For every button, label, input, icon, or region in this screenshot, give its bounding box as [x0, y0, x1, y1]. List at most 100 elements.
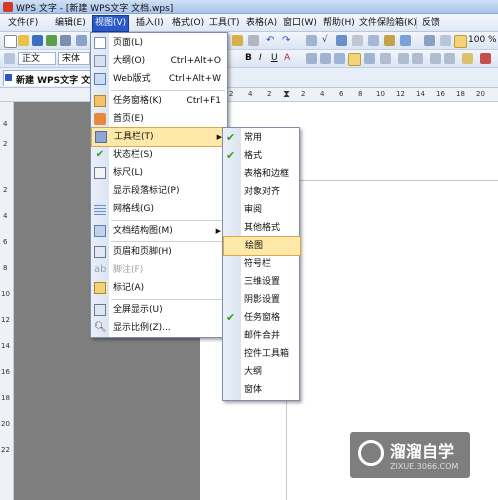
ruler-number: 2: [267, 90, 272, 98]
vertical-ruler[interactable]: 4 2 2 4 6 8 10 12 14 16 18 20 22: [0, 102, 14, 500]
formatting-toolbar: 正文 宋体 B I U A: [0, 50, 498, 68]
doc-map-toolbar-icon[interactable]: [424, 35, 435, 46]
menu-item-label: 文档结构图(M): [113, 226, 173, 236]
submenu-item-task-pane[interactable]: ✔ 任务窗格: [223, 309, 299, 327]
view-menu-item-task-pane[interactable]: 任务窗格(K) Ctrl+F1: [91, 92, 227, 110]
print-icon[interactable]: [60, 35, 71, 46]
submenu-item-standard[interactable]: ✔ 常用: [223, 129, 299, 147]
standard-toolbar: ↶ ↷ √ 100 %: [0, 32, 498, 50]
submenu-item-symbols[interactable]: 符号栏: [223, 255, 299, 273]
menu-item-label: 显示比例(Z)...: [113, 323, 171, 333]
paste-icon[interactable]: [248, 35, 259, 46]
menu-edit[interactable]: 编辑(E): [53, 17, 88, 30]
highlight-icon[interactable]: [462, 53, 473, 64]
font-select[interactable]: 宋体: [58, 52, 90, 65]
format-brush-icon[interactable]: [232, 35, 243, 46]
numbering-icon[interactable]: [398, 53, 409, 64]
menu-tools[interactable]: 工具(T): [207, 17, 242, 30]
chart-icon[interactable]: [336, 35, 347, 46]
distributed-icon[interactable]: [364, 53, 375, 64]
shapes-icon[interactable]: [384, 35, 395, 46]
undo-icon[interactable]: ↶: [266, 35, 277, 46]
align-center-icon[interactable]: [320, 53, 331, 64]
export-icon[interactable]: [46, 35, 57, 46]
view-menu-item-home[interactable]: 首页(E): [91, 110, 227, 128]
underline-button[interactable]: U: [271, 53, 278, 63]
submenu-item-label: 符号栏: [244, 259, 272, 269]
submenu-item-drawing[interactable]: 绘图: [223, 236, 301, 256]
style-select[interactable]: 正文: [18, 52, 56, 65]
font-color-button[interactable]: A: [284, 53, 290, 63]
ruler-number: 20: [476, 90, 485, 98]
menu-file[interactable]: 文件(F): [6, 17, 40, 30]
view-menu-item-outline[interactable]: 大纲(O) Ctrl+Alt+O: [91, 52, 227, 70]
columns-icon[interactable]: [352, 35, 363, 46]
view-menu-item-toolbars[interactable]: 工具栏(T) ▶: [91, 127, 229, 147]
align-left-icon[interactable]: [306, 53, 317, 64]
submenu-item-shadow-settings[interactable]: 阴影设置: [223, 291, 299, 309]
show-marks-icon[interactable]: [440, 35, 451, 46]
menu-format[interactable]: 格式(O): [170, 17, 206, 30]
view-menu-item-web-layout[interactable]: Web版式 Ctrl+Alt+W: [91, 70, 227, 88]
submenu-item-other-formats[interactable]: 其他格式: [223, 219, 299, 237]
menu-view[interactable]: 视图(V): [92, 15, 130, 32]
menu-insert[interactable]: 插入(I): [134, 17, 166, 30]
document-tab[interactable]: 新建 WPS文字 文档: [3, 70, 93, 86]
submenu-item-control-toolbox[interactable]: 控件工具箱: [223, 345, 299, 363]
ruler-number: 16: [436, 90, 445, 98]
view-menu-item-fullscreen[interactable]: 全屏显示(U): [91, 301, 227, 319]
ruler-number: 14: [1, 342, 10, 350]
menu-file-safe[interactable]: 文件保险箱(K): [357, 17, 419, 30]
submenu-item-review[interactable]: 审阅: [223, 201, 299, 219]
new-doc-icon[interactable]: [4, 35, 17, 48]
view-menu-item-ruler[interactable]: 标尺(L): [91, 164, 227, 182]
submenu-item-formatting[interactable]: ✔ 格式: [223, 147, 299, 165]
redo-icon[interactable]: ↷: [282, 35, 293, 46]
textbox-icon[interactable]: [400, 35, 411, 46]
submenu-item-3d-settings[interactable]: 三维设置: [223, 273, 299, 291]
menu-window[interactable]: 窗口(W): [281, 17, 319, 30]
zoom-tool-icon[interactable]: [454, 35, 467, 48]
open-folder-icon[interactable]: [18, 35, 29, 46]
bullets-icon[interactable]: [412, 53, 423, 64]
submenu-item-object-align[interactable]: 对象对齐: [223, 183, 299, 201]
ruler-number: 6: [339, 90, 344, 98]
outdent-icon[interactable]: [430, 53, 441, 64]
align-right-icon[interactable]: [334, 53, 345, 64]
view-menu-item-paragraph-marks[interactable]: 显示段落标记(P): [91, 182, 227, 200]
zoom-value[interactable]: 100 %: [468, 35, 497, 45]
view-menu-item-footnote[interactable]: ab 脚注(F): [91, 261, 227, 279]
menu-help[interactable]: 帮助(H): [321, 17, 357, 30]
zoom-icon: 🔍︎: [94, 322, 107, 333]
justify-icon[interactable]: [348, 53, 361, 66]
font-value: 宋体: [62, 54, 81, 64]
line-spacing-icon[interactable]: [380, 53, 391, 64]
submenu-item-forms[interactable]: 窗体: [223, 381, 299, 399]
submenu-item-label: 窗体: [244, 385, 263, 395]
save-icon[interactable]: [32, 35, 43, 46]
ruler-icon: [94, 167, 106, 179]
image-icon[interactable]: [368, 35, 379, 46]
preview-icon[interactable]: [76, 35, 87, 46]
horizontal-ruler[interactable]: 2 4 2 ⧗ 2 4 6 8 10 12 14 16 18 20: [0, 88, 498, 102]
menu-feedback[interactable]: 反馈: [420, 17, 442, 30]
text-color-icon[interactable]: [480, 53, 491, 64]
indent-icon[interactable]: [444, 53, 455, 64]
submenu-item-tables-borders[interactable]: 表格和边框: [223, 165, 299, 183]
view-menu-item-header-footer[interactable]: 页眉和页脚(H): [91, 243, 227, 261]
menu-item-label: 显示段落标记(P): [113, 186, 180, 196]
view-menu-item-markup[interactable]: 标记(A): [91, 279, 227, 297]
view-menu-item-doc-map[interactable]: 文档结构图(M) ▶: [91, 222, 227, 240]
view-menu-item-zoom[interactable]: 🔍︎ 显示比例(Z)...: [91, 319, 227, 337]
view-menu-item-page[interactable]: 页面(L): [91, 34, 227, 52]
menu-table[interactable]: 表格(A): [244, 17, 279, 30]
bold-button[interactable]: B: [245, 53, 252, 63]
submenu-item-mail-merge[interactable]: 邮件合并: [223, 327, 299, 345]
indent-marker-icon[interactable]: ⧗: [283, 89, 290, 100]
view-menu-item-status-bar[interactable]: ✔ 状态栏(S): [91, 146, 227, 164]
submenu-item-outline[interactable]: 大纲: [223, 363, 299, 381]
view-menu-item-gridlines[interactable]: 网格线(G): [91, 200, 227, 218]
table-icon[interactable]: [306, 35, 317, 46]
formula-icon[interactable]: √: [322, 35, 333, 46]
italic-button[interactable]: I: [259, 53, 262, 63]
